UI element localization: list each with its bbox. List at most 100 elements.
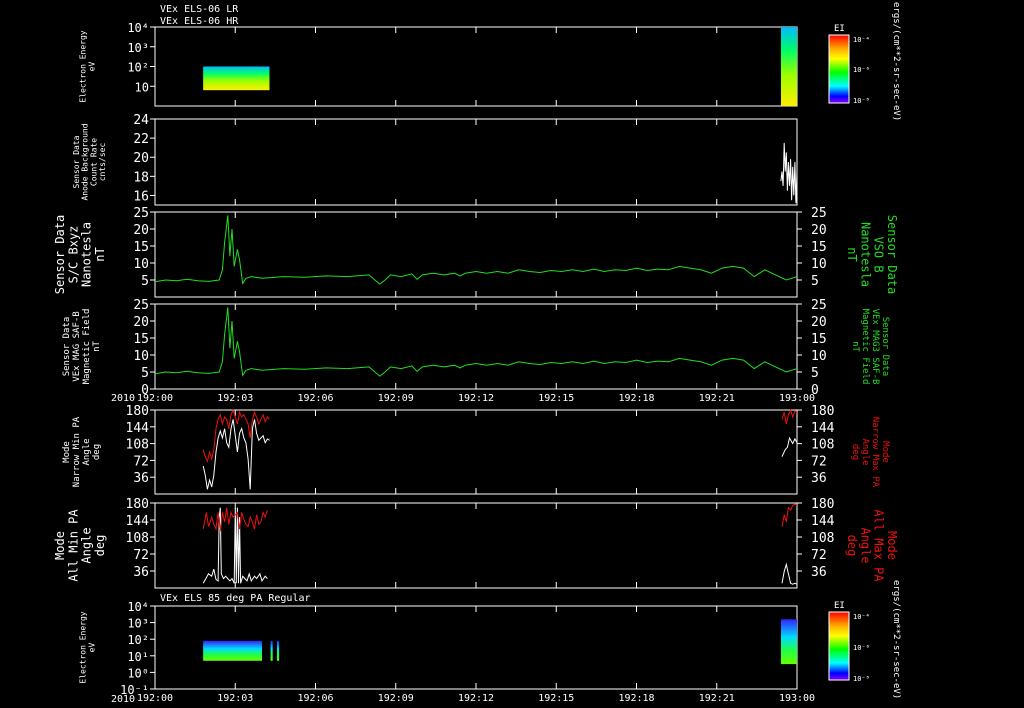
year-label-top: 2010: [111, 393, 135, 404]
x-tick-label: 192:21: [699, 693, 735, 704]
y-tick-label: 15: [133, 332, 149, 347]
y-tick-label-right: 10: [811, 349, 827, 364]
x-tick-label: 192:18: [618, 393, 654, 404]
y-tick-label: 10⁻¹: [120, 683, 149, 697]
y-tick-label: 5: [141, 274, 149, 289]
colorbar-bottom-gradient: [828, 611, 850, 681]
y-tick-label: 0: [141, 383, 149, 398]
y-tick-label: 10²: [127, 61, 149, 75]
y-tick-label: 10¹: [127, 650, 149, 664]
colorbar-bottom-tick-3: 10⁻⁸: [853, 675, 870, 683]
y-tick-label: 180: [126, 404, 149, 419]
x-tick-label: 192:12: [458, 693, 494, 704]
y-tick-label: 10³: [127, 41, 149, 55]
colorbar-top-gradient: [828, 34, 850, 104]
colorbar-bottom-label: EI: [834, 601, 845, 611]
spectrogram-block: [276, 640, 280, 661]
y-tick-label-right: 144: [811, 514, 835, 529]
y-axis-label-right-line: Mode: [880, 441, 890, 463]
x-tick-label: 193:00: [779, 393, 815, 404]
x-tick-label: 192:21: [699, 393, 735, 404]
figure: VEx ELS-06 LR VEx ELS-06 HR VEx ELS 85 d…: [0, 0, 1024, 708]
y-tick-label-right: 180: [811, 497, 834, 512]
y-axis-label-line: Sensor Data: [62, 317, 72, 377]
colorbar-top-tick-2: 10⁻⁶: [853, 66, 870, 74]
y-axis-label-line: Nanotesla: [80, 222, 94, 287]
y-tick-label-right: 5: [811, 366, 819, 381]
y-axis-label-line: Angle: [82, 438, 92, 465]
y-axis-label-line: eV: [87, 643, 96, 653]
y-tick-label: 10⁴: [127, 21, 149, 35]
y-axis-label-line: All Min PA: [66, 509, 80, 582]
y-axis-label-right-line: nT: [850, 341, 860, 352]
y-axis-label-line: Count Rate: [89, 138, 98, 186]
y-tick-label: 108: [126, 438, 149, 453]
y-tick-label: 72: [133, 454, 149, 469]
y-tick-label-right: 10: [811, 257, 827, 272]
spectrogram-block: [780, 27, 797, 106]
y-tick-label: 24: [133, 113, 149, 128]
y-axis-label-line: VEx MAG SAF-B: [72, 311, 82, 381]
y-tick-label: 16: [133, 189, 149, 204]
y-axis-label-right-line: Mode: [885, 531, 899, 560]
y-tick-label-right: 36: [811, 565, 827, 580]
y-tick-label-right: 108: [811, 438, 834, 453]
colorbar-bottom-tick-1: 10⁻⁴: [853, 613, 870, 621]
y-tick-label: 144: [126, 421, 150, 436]
y-tick-label: 10³: [127, 617, 149, 631]
x-tick-label: 192:15: [538, 393, 574, 404]
y-axis-label-right-line: Magnetic Field: [860, 309, 870, 385]
y-axis-label-right-line: VSO B: [872, 236, 886, 272]
y-tick-label-right: 180: [811, 404, 834, 419]
header-line2: VEx ELS-06 HR: [160, 16, 239, 27]
y-tick-label: 18: [133, 170, 149, 185]
y-tick-label-right: 25: [811, 298, 827, 313]
y-axis-label-line: Anode Background: [81, 123, 90, 200]
x-tick-label: 192:06: [297, 393, 333, 404]
y-tick-label-right: 15: [811, 332, 827, 347]
y-tick-label-right: 72: [811, 548, 827, 563]
y-axis-label-line: Electron Energy: [79, 611, 88, 683]
x-tick-label: 192:03: [217, 393, 253, 404]
colorbar-bottom-tick-2: 10⁻⁶: [853, 644, 870, 652]
x-tick-label: 192:06: [297, 693, 333, 704]
y-axis-label-right-line: deg: [850, 444, 860, 460]
y-tick-label: 10: [133, 349, 149, 364]
colorbar-top-label: EI: [834, 24, 845, 34]
y-tick-label: 15: [133, 240, 149, 255]
colorbar-bottom-unit: ergs/(cm**2-sr-sec-eV): [891, 580, 901, 699]
y-tick-label: 10: [133, 257, 149, 272]
y-tick-label-right: 25: [811, 206, 827, 221]
y-axis-label-line: Narrow Min PA: [72, 416, 82, 487]
y-axis-label-line: Mode: [62, 441, 72, 463]
x-tick-label: 192:03: [217, 693, 253, 704]
y-axis-label-line: Electron Energy: [79, 30, 88, 102]
y-tick-label: 180: [126, 497, 149, 512]
y-tick-label: 144: [126, 514, 150, 529]
y-tick-label: 10⁴: [127, 600, 149, 614]
y-axis-label-right-line: Sensor Data: [885, 215, 899, 294]
y-tick-label-right: 36: [811, 471, 827, 486]
colorbar-top-tick-1: 10⁻⁴: [853, 36, 870, 44]
y-axis-label-line: cnts/sec: [98, 143, 107, 182]
spectrogram-block: [780, 619, 797, 665]
y-axis-label-right-line: nT: [845, 247, 859, 261]
x-tick-label: 192:18: [618, 693, 654, 704]
y-axis-label-line: nT: [93, 247, 107, 261]
y-tick-label: 10⁰: [127, 666, 149, 680]
spectrogram-block: [203, 66, 270, 91]
x-tick-label: 192:09: [378, 693, 414, 704]
y-axis-label-line: deg: [93, 535, 107, 557]
y-axis-label-right-line: Nanotesla: [858, 222, 872, 287]
header-line1: VEx ELS-06 LR: [160, 4, 239, 15]
y-tick-label-right: 20: [811, 223, 827, 238]
y-tick-label-right: 0: [811, 383, 819, 398]
y-axis-label-line: Sensor Data: [53, 215, 67, 294]
y-axis-label-right-line: Narrow Max PA: [870, 417, 880, 488]
y-tick-label: 25: [133, 298, 149, 313]
spectrogram-block: [270, 640, 273, 661]
y-tick-label: 36: [133, 565, 149, 580]
y-axis-label-right-line: Angle: [858, 527, 872, 563]
colorbar-top-tick-3: 10⁻⁸: [853, 97, 870, 105]
y-tick-label-right: 15: [811, 240, 827, 255]
